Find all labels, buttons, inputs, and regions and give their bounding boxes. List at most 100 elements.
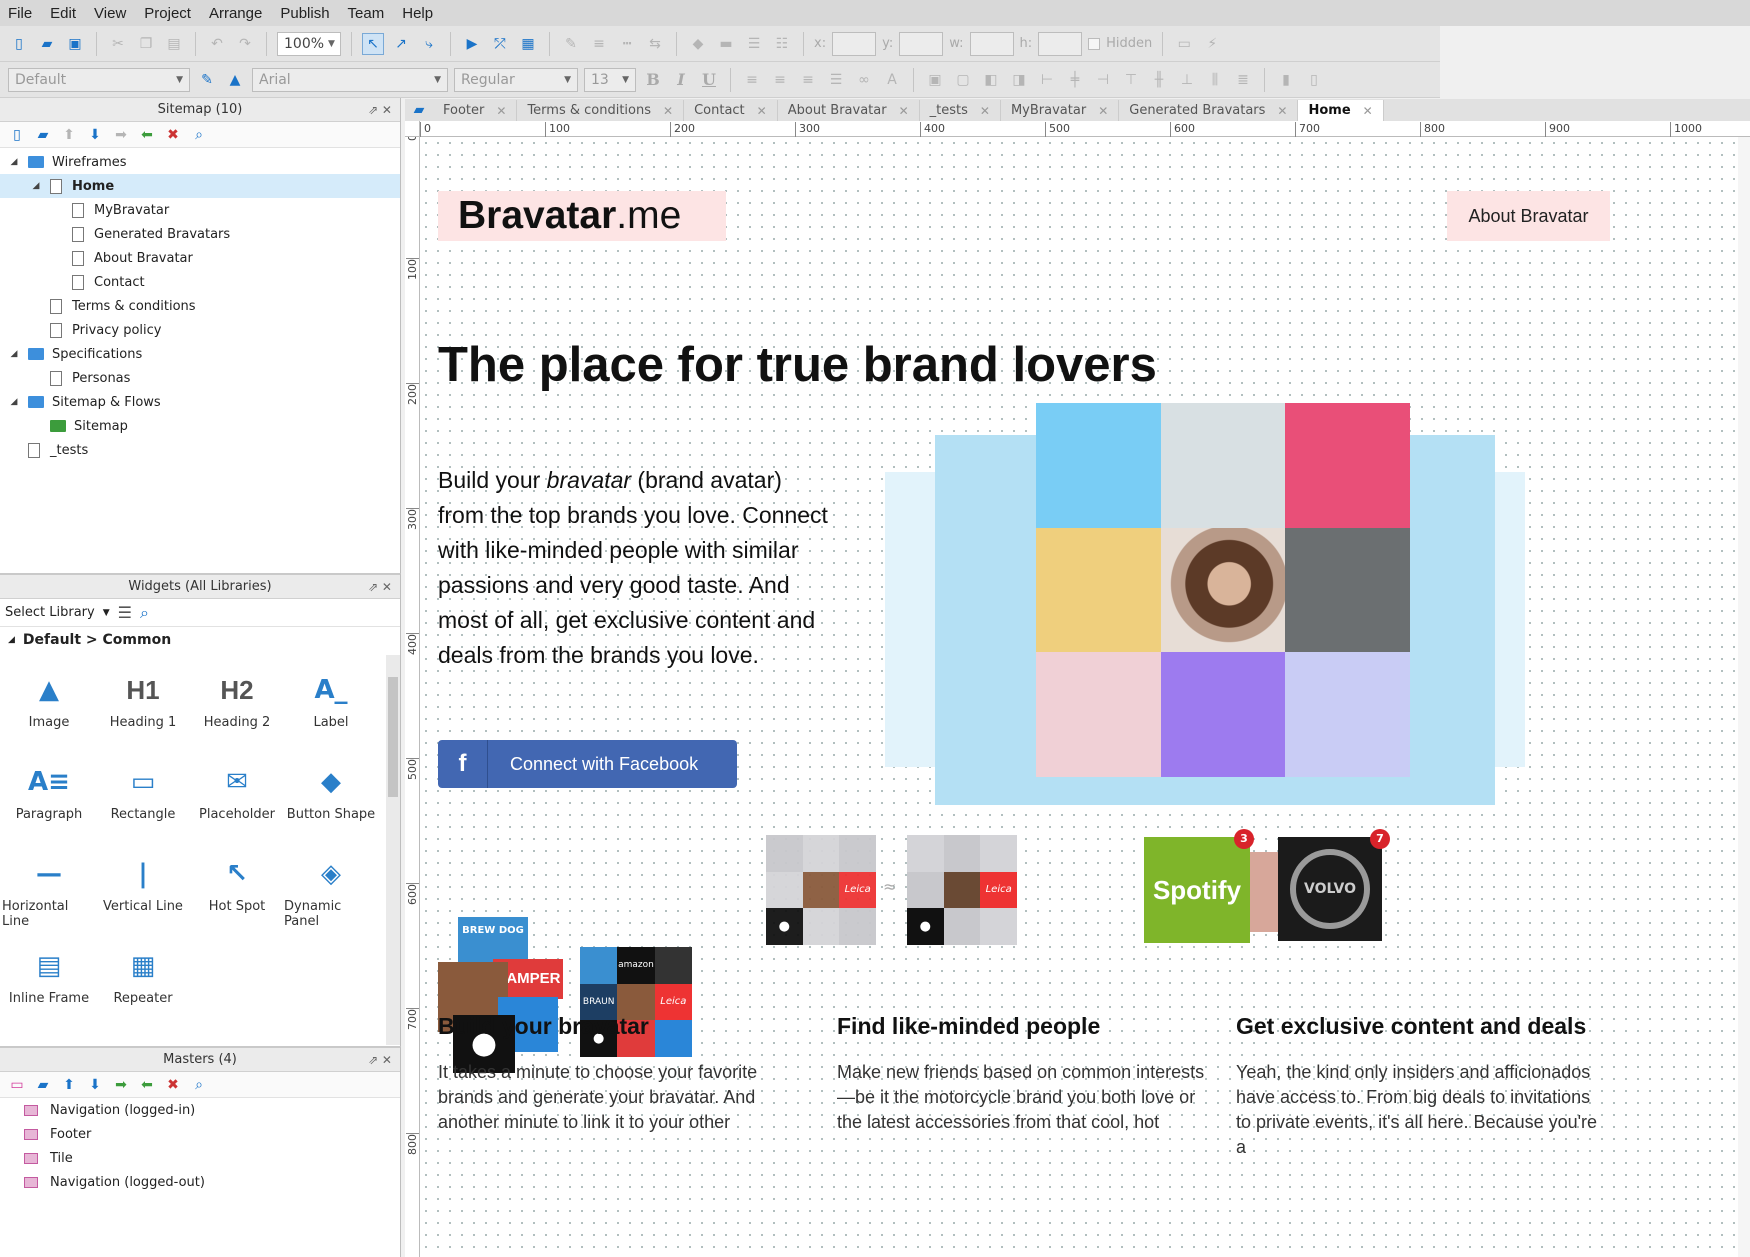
tab-contact[interactable]: Contact ✕ [684, 100, 778, 121]
tab-generated-bravatars[interactable]: Generated Bravatars ✕ [1119, 100, 1299, 121]
widget-inline-frame[interactable]: ▤ Inline Frame [2, 941, 96, 1025]
widget-repeater[interactable]: ▦ Repeater [96, 941, 190, 1025]
close-icon[interactable]: ✕ [899, 104, 909, 118]
new-file-icon[interactable]: ▯ [8, 33, 30, 55]
sitemap-item[interactable]: Contact [0, 270, 400, 294]
widget-horizontal-line[interactable]: — Horizontal Line [2, 849, 96, 933]
zoom-select[interactable]: 100% ▼ [277, 31, 341, 56]
add-master-icon[interactable]: ▭ [6, 1074, 28, 1096]
sitemap-item[interactable]: Personas [0, 366, 400, 390]
lock-icon[interactable]: ▮ [1275, 69, 1297, 91]
style-icon[interactable]: ✎ [560, 33, 582, 55]
redo-icon[interactable]: ↷ [234, 33, 256, 55]
align-center-icon[interactable]: ≡ [769, 69, 791, 91]
close-icon[interactable]: ✕ [1363, 104, 1373, 118]
send-back-icon[interactable]: ◨ [1008, 69, 1030, 91]
close-icon[interactable]: ✕ [663, 104, 673, 118]
master-item[interactable]: Navigation (logged-out) [0, 1170, 400, 1194]
align-top-icon[interactable]: ⊤ [1120, 69, 1142, 91]
site-logo[interactable]: Bravatar.me [438, 191, 726, 241]
distribute-h-icon[interactable]: ⫼ [1204, 69, 1226, 91]
arrow-style-icon[interactable]: ⇆ [644, 33, 666, 55]
delete-master-icon[interactable]: ✖ [162, 1074, 184, 1096]
scroll-thumb[interactable] [388, 677, 398, 797]
sitemap-item[interactable]: Sitemap [0, 414, 400, 438]
link-icon[interactable]: ∞ [853, 69, 875, 91]
move-down-icon[interactable]: ⬇ [84, 1074, 106, 1096]
about-bravatar-button[interactable]: About Bravatar [1447, 191, 1610, 241]
line-style-icon[interactable]: ┅ [616, 33, 638, 55]
underline-icon[interactable]: U [698, 70, 720, 89]
select-tool-icon[interactable]: ↖ [362, 32, 384, 55]
close-icon[interactable]: ✕ [757, 104, 767, 118]
notes-icon[interactable]: ▭ [1173, 33, 1195, 55]
open-folder-icon[interactable]: ▰ [36, 33, 58, 55]
search-icon[interactable]: ⌕ [140, 603, 149, 623]
y-field[interactable] [899, 31, 944, 56]
search-icon[interactable]: ⌕ [188, 1074, 210, 1096]
add-page-icon[interactable]: ▯ [6, 124, 28, 146]
tab--tests[interactable]: _tests ✕ [920, 100, 1001, 121]
connect-facebook-button[interactable]: f Connect with Facebook [438, 740, 737, 788]
align-right-obj-icon[interactable]: ⊣ [1092, 69, 1114, 91]
bring-front-icon[interactable]: ◧ [980, 69, 1002, 91]
sitemap-item[interactable]: About Bravatar [0, 246, 400, 270]
align-middle-icon[interactable]: ╫ [1148, 69, 1170, 91]
paste-icon[interactable]: ▤ [163, 33, 185, 55]
menu-publish[interactable]: Publish [280, 5, 329, 22]
tab-footer[interactable]: Footer ✕ [433, 100, 518, 121]
menu-team[interactable]: Team [348, 5, 385, 22]
menu-project[interactable]: Project [144, 5, 191, 22]
sitemap-item[interactable]: Terms & conditions [0, 294, 400, 318]
publish-icon[interactable]: ▦ [517, 33, 539, 55]
x-field[interactable] [832, 31, 877, 56]
indent-icon[interactable]: ➡ [110, 124, 132, 146]
cut-icon[interactable]: ✂ [107, 33, 129, 55]
align-bottom-icon[interactable]: ⊥ [1176, 69, 1198, 91]
unlock-icon[interactable]: ▯ [1303, 69, 1325, 91]
menu-view[interactable]: View [94, 5, 126, 22]
outdent-icon[interactable]: ⬅ [136, 1074, 158, 1096]
italic-icon[interactable]: I [670, 70, 692, 89]
panel-controls-icon[interactable]: ⇗ ✕ [368, 98, 392, 122]
h-field[interactable] [1038, 31, 1083, 56]
sitemap-item[interactable]: ◢ Sitemap & Flows [0, 390, 400, 414]
style-select[interactable]: Default ▼ [8, 67, 190, 92]
close-icon[interactable]: ✕ [980, 104, 990, 118]
menu-arrange[interactable]: Arrange [209, 5, 262, 22]
tab-mybravatar[interactable]: MyBravatar ✕ [1001, 100, 1120, 121]
sitemap-item[interactable]: ◢ Wireframes [0, 150, 400, 174]
master-item[interactable]: Navigation (logged-in) [0, 1098, 400, 1122]
widget-paragraph[interactable]: A≡ Paragraph [2, 757, 96, 841]
tab-terms-conditions[interactable]: Terms & conditions ✕ [517, 100, 685, 121]
sitemap-item[interactable]: ◢ Specifications [0, 342, 400, 366]
widget-hot-spot[interactable]: ↖ Hot Spot [190, 849, 284, 933]
distribute-v-icon[interactable]: ≣ [1232, 69, 1254, 91]
line-weight-icon[interactable]: ≡ [588, 33, 610, 55]
sitemap-item[interactable]: Generated Bravatars [0, 222, 400, 246]
menu-help[interactable]: Help [402, 5, 433, 22]
align-right-icon[interactable]: ≡ [797, 69, 819, 91]
save-icon[interactable]: ▣ [64, 33, 86, 55]
copy-icon[interactable]: ❐ [135, 33, 157, 55]
widget-rectangle[interactable]: ▭ Rectangle [96, 757, 190, 841]
move-up-icon[interactable]: ⬆ [58, 124, 80, 146]
w-field[interactable] [969, 31, 1014, 56]
widget-dynamic-panel[interactable]: ◈ Dynamic Panel [284, 849, 378, 933]
shadow-icon[interactable]: ▬ [715, 33, 737, 55]
twisty-icon[interactable]: ◢ [8, 397, 20, 407]
widget-label[interactable]: A_ Label [284, 665, 378, 749]
format-painter-icon[interactable]: ✎ [196, 69, 218, 91]
twisty-icon[interactable]: ◢ [8, 157, 20, 167]
share-icon[interactable]: ⤱ [489, 33, 511, 55]
indent-icon[interactable]: ➡ [110, 1074, 132, 1096]
ungroup-icon[interactable]: ▢ [952, 69, 974, 91]
interactions-icon[interactable]: ⚡ [1201, 33, 1223, 55]
align-text-icon[interactable]: ☷ [771, 33, 793, 55]
align-left-icon[interactable]: ≡ [741, 69, 763, 91]
close-icon[interactable]: ✕ [1098, 104, 1108, 118]
align-left-obj-icon[interactable]: ⊢ [1036, 69, 1058, 91]
connector-mode-icon[interactable]: ⤷ [418, 33, 440, 55]
design-canvas[interactable]: Bravatar.me About Bravatar The place for… [420, 137, 1750, 1257]
tab-menu-icon[interactable]: ▰ [405, 99, 433, 121]
